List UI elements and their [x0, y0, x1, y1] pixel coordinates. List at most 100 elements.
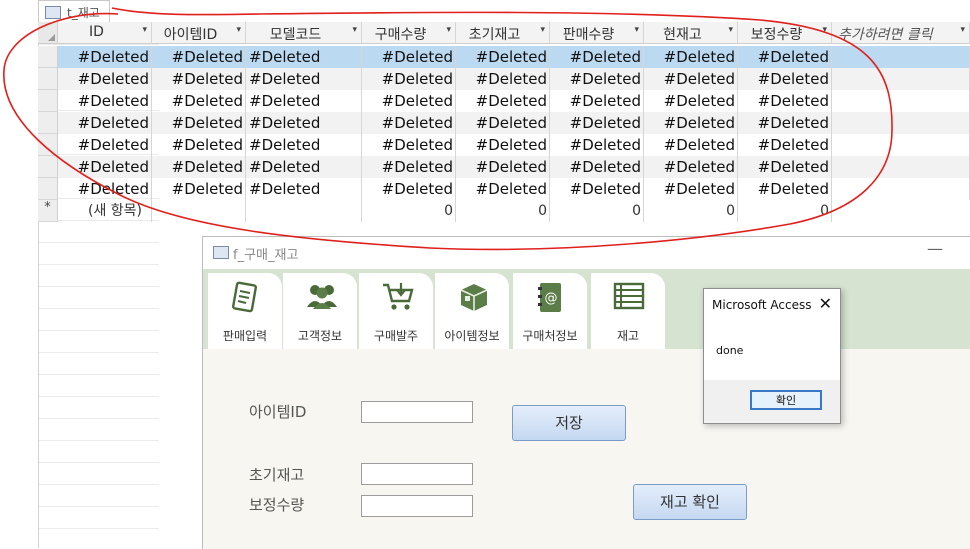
nav-supplier-info[interactable]: @ 구매처정보 [513, 273, 587, 349]
chevron-down-icon[interactable]: ▾ [960, 25, 965, 35]
table-cell[interactable]: #Deleted [644, 46, 738, 68]
table-cell[interactable]: #Deleted [152, 134, 246, 156]
table-cell[interactable]: #Deleted [362, 90, 456, 112]
table-cell[interactable]: #Deleted [152, 156, 246, 178]
table-cell[interactable]: #Deleted [246, 90, 362, 112]
close-icon[interactable]: ✕ [819, 294, 832, 313]
tab-t-stock[interactable]: t_재고 [38, 0, 110, 23]
record-selector[interactable] [38, 46, 58, 68]
table-cell[interactable]: #Deleted [738, 46, 832, 68]
table-cell[interactable]: #Deleted [456, 178, 550, 200]
table-cell[interactable]: 0 [362, 200, 456, 222]
table-cell[interactable]: #Deleted [246, 46, 362, 68]
table-cell[interactable]: #Deleted [550, 68, 644, 90]
nav-item-info[interactable]: 아이템정보 [435, 273, 509, 349]
new-record-id[interactable]: (새 항목) [58, 200, 152, 222]
table-cell[interactable]: #Deleted [152, 178, 246, 200]
table-cell[interactable]: #Deleted [550, 90, 644, 112]
column-header[interactable]: 초기재고 ▾ [456, 22, 550, 44]
table-cell[interactable]: #Deleted [456, 156, 550, 178]
table-cell[interactable]: #Deleted [456, 134, 550, 156]
table-cell[interactable]: #Deleted [738, 178, 832, 200]
table-cell[interactable]: #Deleted [246, 112, 362, 134]
add-column-header[interactable]: 추가하려면 클릭 ▾ [832, 22, 970, 44]
record-selector[interactable] [38, 90, 58, 112]
table-cell[interactable]: #Deleted [738, 134, 832, 156]
chevron-down-icon[interactable]: ▾ [352, 25, 357, 35]
chevron-down-icon[interactable]: ▾ [236, 25, 241, 35]
table-cell[interactable] [246, 200, 362, 222]
table-cell[interactable]: 0 [644, 200, 738, 222]
table-cell[interactable] [152, 200, 246, 222]
table-cell[interactable]: #Deleted [550, 134, 644, 156]
table-cell[interactable]: #Deleted [644, 112, 738, 134]
select-all-corner[interactable] [38, 22, 58, 44]
table-cell[interactable]: #Deleted [362, 68, 456, 90]
chevron-down-icon[interactable]: ▾ [822, 25, 827, 35]
table-cell[interactable] [832, 90, 970, 112]
record-selector[interactable] [38, 156, 58, 178]
item-id-input[interactable] [361, 401, 473, 423]
table-cell[interactable]: #Deleted [152, 90, 246, 112]
table-cell[interactable]: #Deleted [58, 68, 152, 90]
chevron-down-icon[interactable]: ▾ [446, 25, 451, 35]
chevron-down-icon[interactable]: ▾ [142, 25, 147, 35]
column-header[interactable]: ID ▾ [58, 22, 152, 44]
record-selector[interactable] [38, 178, 58, 200]
table-row[interactable]: #Deleted #Deleted #Deleted #Deleted #Deleted… [58, 90, 970, 112]
table-cell[interactable] [832, 112, 970, 134]
column-header[interactable]: 현재고 ▾ [644, 22, 738, 44]
table-cell[interactable]: #Deleted [152, 46, 246, 68]
table-cell[interactable]: #Deleted [362, 112, 456, 134]
new-record-marker[interactable]: * [38, 200, 58, 222]
table-row[interactable]: #Deleted #Deleted #Deleted #Deleted #Deleted… [58, 68, 970, 90]
table-cell[interactable]: #Deleted [362, 46, 456, 68]
table-cell[interactable]: 0 [456, 200, 550, 222]
table-row[interactable]: #Deleted #Deleted #Deleted #Deleted #Deleted… [58, 178, 970, 200]
table-cell[interactable]: #Deleted [738, 112, 832, 134]
table-cell[interactable]: #Deleted [738, 90, 832, 112]
new-record-row[interactable]: (새 항목) 0 0 0 0 0 [58, 200, 970, 222]
table-cell[interactable]: #Deleted [362, 178, 456, 200]
table-cell[interactable]: #Deleted [644, 90, 738, 112]
table-cell[interactable]: 0 [738, 200, 832, 222]
table-cell[interactable]: #Deleted [246, 134, 362, 156]
table-cell[interactable]: #Deleted [362, 156, 456, 178]
check-stock-button[interactable]: 재고 확인 [633, 484, 747, 520]
chevron-down-icon[interactable]: ▾ [728, 25, 733, 35]
table-cell[interactable]: #Deleted [644, 134, 738, 156]
chevron-down-icon[interactable]: ▾ [634, 25, 639, 35]
table-cell[interactable]: #Deleted [550, 46, 644, 68]
table-row[interactable]: #Deleted #Deleted #Deleted #Deleted #Deleted… [58, 134, 970, 156]
table-cell[interactable]: #Deleted [58, 178, 152, 200]
table-cell[interactable]: #Deleted [246, 68, 362, 90]
chevron-down-icon[interactable]: ▾ [540, 25, 545, 35]
table-cell[interactable]: #Deleted [644, 68, 738, 90]
table-cell[interactable]: #Deleted [738, 156, 832, 178]
table-cell[interactable]: #Deleted [550, 156, 644, 178]
column-header[interactable]: 아이템ID ▾ [152, 22, 246, 44]
table-cell[interactable]: #Deleted [362, 134, 456, 156]
table-cell[interactable]: 0 [550, 200, 644, 222]
table-cell[interactable]: #Deleted [456, 46, 550, 68]
table-cell[interactable]: #Deleted [246, 178, 362, 200]
table-cell[interactable]: #Deleted [58, 112, 152, 134]
table-cell[interactable]: #Deleted [58, 156, 152, 178]
table-row[interactable]: #Deleted #Deleted #Deleted #Deleted #Deleted… [58, 112, 970, 134]
nav-sales-entry[interactable]: 판매입력 [208, 273, 282, 349]
initial-stock-input[interactable] [361, 463, 473, 485]
record-selector[interactable] [38, 68, 58, 90]
adjust-qty-input[interactable] [361, 495, 473, 517]
table-cell[interactable]: #Deleted [550, 112, 644, 134]
table-cell[interactable]: #Deleted [456, 112, 550, 134]
table-row[interactable]: #Deleted #Deleted #Deleted #Deleted #Deleted… [58, 156, 970, 178]
column-header[interactable]: 판매수량 ▾ [550, 22, 644, 44]
nav-stock[interactable]: 재고 [591, 273, 665, 349]
table-cell[interactable]: #Deleted [644, 156, 738, 178]
table-cell[interactable]: #Deleted [152, 68, 246, 90]
record-selector[interactable] [38, 134, 58, 156]
table-cell[interactable]: #Deleted [456, 90, 550, 112]
table-cell[interactable]: #Deleted [58, 90, 152, 112]
record-selector[interactable] [38, 112, 58, 134]
table-cell[interactable]: #Deleted [246, 156, 362, 178]
